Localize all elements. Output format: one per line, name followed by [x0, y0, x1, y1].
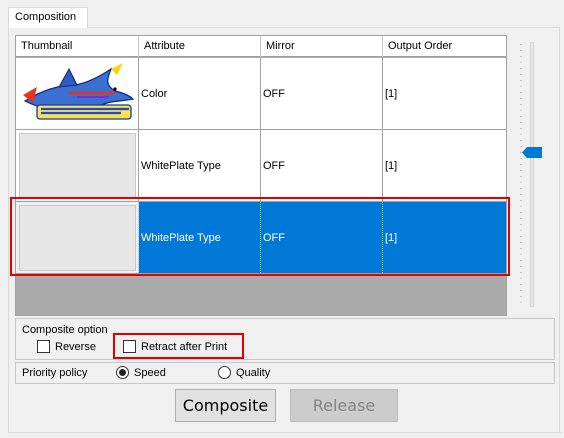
column-header-thumbnail[interactable]: Thumbnail	[16, 36, 139, 57]
priority-policy-group: Priority policy Speed Quality	[15, 362, 555, 384]
composite-button[interactable]: Composite	[175, 389, 276, 422]
mirror-cell: OFF	[261, 58, 383, 129]
radio-quality-label: Quality	[236, 366, 271, 379]
column-header-mirror[interactable]: Mirror	[261, 36, 383, 57]
column-header-output-order[interactable]: Output Order	[383, 36, 506, 57]
zoom-slider-thumb[interactable]	[522, 147, 542, 158]
priority-policy-label: Priority policy	[22, 367, 88, 379]
marlin-thumbnail-image	[18, 60, 136, 127]
mirror-cell: OFF	[261, 130, 383, 201]
slider-ticks	[520, 44, 522, 306]
table-row[interactable]: Color OFF [1]	[16, 58, 506, 130]
blank-thumbnail	[18, 204, 136, 271]
output-order-cell: [1]	[385, 87, 398, 100]
output-order-cell: [1]	[385, 159, 398, 172]
column-header-attribute[interactable]: Attribute	[139, 36, 261, 57]
retract-label: Retract after Print	[141, 340, 228, 353]
radio-speed[interactable]: Speed	[116, 366, 166, 379]
thumbnail-cell	[16, 130, 139, 201]
divider	[10, 432, 562, 433]
retract-after-print-checkbox[interactable]: Retract after Print	[123, 340, 227, 353]
tab-composition[interactable]: Composition	[8, 7, 88, 28]
attribute-cell: Color	[139, 58, 261, 129]
radio-speed-circle[interactable]	[116, 366, 129, 379]
release-button[interactable]: Release	[290, 389, 398, 422]
table-header: Thumbnail Attribute Mirror Output Order	[16, 36, 506, 57]
tab-composition-label: Composition	[15, 11, 77, 23]
radio-speed-label: Speed	[134, 366, 166, 379]
reverse-checkbox-box[interactable]	[37, 340, 50, 353]
attribute-cell: WhitePlate Type	[139, 130, 261, 201]
table-row[interactable]: WhitePlate Type OFF [1]	[16, 130, 506, 202]
mirror-cell: OFF	[261, 202, 383, 273]
reverse-label: Reverse	[55, 340, 96, 353]
retract-checkbox-box[interactable]	[123, 340, 136, 353]
radio-quality-circle[interactable]	[218, 366, 231, 379]
output-order-cell: [1]	[385, 231, 398, 244]
composite-option-group: Composite option Reverse Retract after P…	[15, 318, 555, 360]
blank-thumbnail	[18, 132, 136, 199]
radio-quality[interactable]: Quality	[218, 366, 270, 379]
reverse-checkbox[interactable]: Reverse	[37, 340, 96, 353]
plate-table: Thumbnail Attribute Mirror Output Order …	[15, 35, 507, 316]
zoom-slider-track[interactable]	[530, 42, 534, 307]
composite-option-title: Composite option	[22, 324, 108, 336]
thumbnail-cell	[16, 58, 139, 129]
table-row-selected[interactable]: WhitePlate Type OFF [1]	[16, 202, 506, 274]
attribute-cell: WhitePlate Type	[139, 202, 261, 273]
thumbnail-cell	[16, 202, 139, 273]
